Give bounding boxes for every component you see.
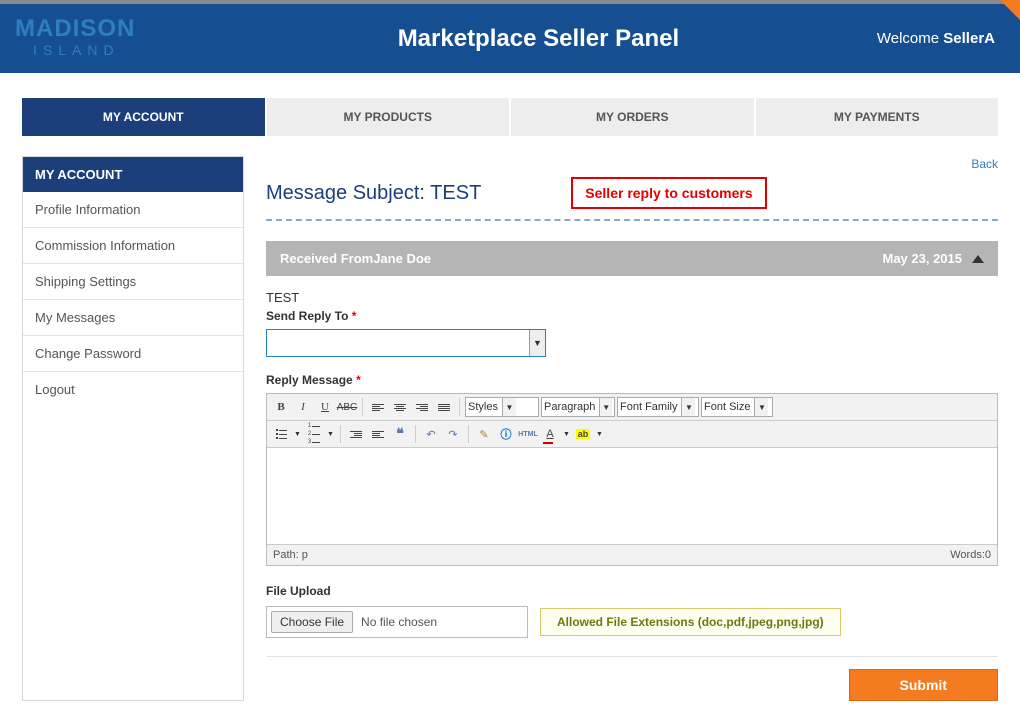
align-center-button[interactable]: [390, 397, 410, 417]
message-header-bar[interactable]: Received FromJane Doe May 23, 2015: [266, 241, 998, 276]
separator: [362, 398, 363, 416]
html-source-button[interactable]: HTML: [518, 424, 538, 444]
send-reply-to-select[interactable]: ▼: [266, 329, 546, 357]
paragraph-select[interactable]: Paragraph▼: [541, 397, 615, 417]
numbered-list-dropdown[interactable]: ▼: [326, 425, 335, 443]
align-left-button[interactable]: [368, 397, 388, 417]
sidebar-item-messages[interactable]: My Messages: [23, 300, 243, 336]
divider: [266, 656, 998, 657]
file-upload-label: File Upload: [266, 584, 998, 598]
help-button[interactable]: ⓘ: [496, 424, 516, 444]
font-family-select[interactable]: Font Family▼: [617, 397, 699, 417]
highlight-color-button[interactable]: ab: [573, 424, 593, 444]
file-input[interactable]: Choose File No file chosen: [266, 606, 528, 638]
styles-select[interactable]: Styles▼: [465, 397, 539, 417]
send-reply-to-label: Send Reply To *: [266, 309, 998, 323]
top-accent-strip: [0, 0, 1020, 4]
editor-textarea[interactable]: [267, 448, 997, 544]
no-file-text: No file chosen: [361, 615, 437, 629]
clear-formatting-button[interactable]: ✎: [474, 424, 494, 444]
editor-toolbar-row1: B I U ABC Styles▼ Paragraph▼ Font Family…: [267, 394, 997, 421]
logo-text-bottom: ISLAND: [15, 41, 200, 61]
underline-button[interactable]: U: [315, 397, 335, 417]
message-subject: Message Subject: TEST: [266, 182, 481, 205]
logo[interactable]: MADISON ISLAND: [0, 17, 200, 61]
sidebar-item-profile[interactable]: Profile Information: [23, 192, 243, 228]
sidebar: MY ACCOUNT Profile Information Commissio…: [22, 156, 244, 701]
editor-statusbar: Path: p Words:0: [267, 544, 997, 565]
logo-text-top: MADISON: [15, 17, 200, 41]
bullet-list-dropdown[interactable]: ▼: [293, 425, 302, 443]
rich-text-editor: B I U ABC Styles▼ Paragraph▼ Font Family…: [266, 393, 998, 566]
numbered-list-button[interactable]: 123: [304, 424, 324, 444]
sidebar-item-logout[interactable]: Logout: [23, 372, 243, 407]
text-color-button[interactable]: A: [540, 424, 560, 444]
separator: [415, 425, 416, 443]
welcome-text: Welcome SellerA: [877, 30, 1020, 47]
back-link[interactable]: Back: [971, 157, 998, 171]
blockquote-button[interactable]: ❝: [390, 424, 410, 444]
highlight-color-dropdown[interactable]: ▼: [595, 425, 604, 443]
sidebar-item-password[interactable]: Change Password: [23, 336, 243, 372]
content-area: Back Message Subject: TEST Seller reply …: [244, 156, 998, 701]
redo-button[interactable]: [443, 424, 463, 444]
outdent-button[interactable]: [346, 424, 366, 444]
tab-my-products[interactable]: MY PRODUCTS: [267, 98, 510, 136]
choose-file-button[interactable]: Choose File: [271, 611, 353, 633]
tab-my-payments[interactable]: MY PAYMENTS: [756, 98, 999, 136]
strikethrough-button[interactable]: ABC: [337, 397, 357, 417]
dropdown-caret-icon: ▼: [529, 330, 545, 356]
editor-path: Path: p: [273, 549, 308, 561]
annotation-callout: Seller reply to customers: [571, 177, 766, 209]
tab-my-account[interactable]: MY ACCOUNT: [22, 98, 265, 136]
main-tabs: MY ACCOUNT MY PRODUCTS MY ORDERS MY PAYM…: [22, 98, 998, 136]
header-title: Marketplace Seller Panel: [200, 25, 877, 53]
align-justify-button[interactable]: [434, 397, 454, 417]
editor-toolbar-row2: ▼ 123 ▼ ❝ ✎ ⓘ HTML A ▼ ab: [267, 421, 997, 448]
allowed-extensions-note: Allowed File Extensions (doc,pdf,jpeg,pn…: [540, 608, 841, 636]
welcome-prefix: Welcome: [877, 30, 943, 47]
page-header: MADISON ISLAND Marketplace Seller Panel …: [0, 4, 1020, 73]
font-size-select[interactable]: Font Size▼: [701, 397, 773, 417]
sidebar-item-commission[interactable]: Commission Information: [23, 228, 243, 264]
italic-button[interactable]: I: [293, 397, 313, 417]
message-body-text: TEST: [266, 290, 998, 305]
text-color-dropdown[interactable]: ▼: [562, 425, 571, 443]
tab-my-orders[interactable]: MY ORDERS: [511, 98, 754, 136]
collapse-arrow-icon[interactable]: [972, 255, 984, 263]
reply-message-label: Reply Message *: [266, 373, 998, 387]
separator: [459, 398, 460, 416]
editor-word-count: Words:0: [950, 549, 991, 561]
indent-button[interactable]: [368, 424, 388, 444]
submit-button[interactable]: Submit: [849, 669, 998, 701]
received-from: Received FromJane Doe: [280, 251, 431, 266]
bullet-list-button[interactable]: [271, 424, 291, 444]
sidebar-header: MY ACCOUNT: [23, 157, 243, 192]
separator: [340, 425, 341, 443]
welcome-user: SellerA: [943, 30, 995, 47]
undo-button[interactable]: [421, 424, 441, 444]
sidebar-item-shipping[interactable]: Shipping Settings: [23, 264, 243, 300]
separator: [468, 425, 469, 443]
bold-button[interactable]: B: [271, 397, 291, 417]
message-date: May 23, 2015: [882, 251, 984, 266]
align-right-button[interactable]: [412, 397, 432, 417]
